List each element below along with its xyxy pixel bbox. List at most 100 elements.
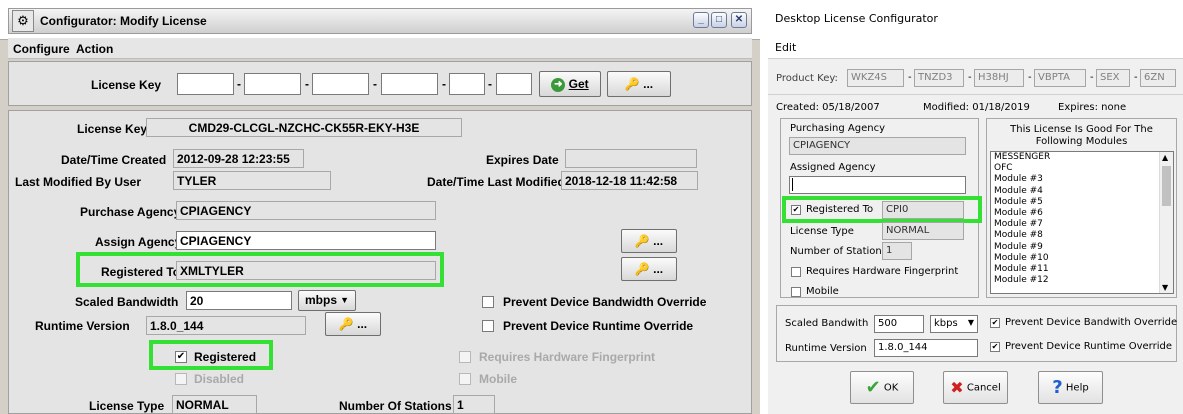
- close-icon[interactable]: ✕: [731, 12, 747, 28]
- key-dash: -: [373, 77, 377, 91]
- assigned-agency-input[interactable]: [789, 176, 966, 194]
- module-list-item[interactable]: OFC: [991, 163, 1173, 174]
- maximize-icon[interactable]: □: [711, 12, 727, 28]
- module-list-item[interactable]: Module #11: [991, 264, 1173, 275]
- product-key-segment-3: H38HJ: [974, 69, 1024, 87]
- module-list-item[interactable]: Module #12: [991, 275, 1173, 286]
- prevent-bandwidth-checkbox[interactable]: [482, 296, 494, 308]
- purchasing-agency-value: CPIAGENCY: [789, 137, 966, 155]
- prevent-runtime-label: Prevent Device Runtime Override: [503, 319, 694, 333]
- key-dash: -: [1090, 72, 1094, 83]
- key-segment-4[interactable]: [381, 73, 438, 95]
- module-list-item[interactable]: Module #7: [991, 219, 1173, 230]
- ok-label: OK: [883, 382, 899, 394]
- key-segment-6[interactable]: [496, 73, 532, 95]
- purchasing-agency-label: Purchasing Agency: [790, 123, 885, 134]
- assign-agency-browse-button[interactable]: 🔑 ...: [621, 229, 677, 253]
- menu-action[interactable]: Action: [76, 42, 113, 56]
- key-segment-5[interactable]: [449, 73, 485, 95]
- license-type-label: License Type: [89, 399, 165, 413]
- license-key-entry-panel: License Key - - - - - ➜ Get 🔑 ...: [8, 61, 752, 106]
- registered-checkbox[interactable]: ✔: [791, 205, 801, 215]
- prevent-runtime-checkbox[interactable]: [482, 320, 494, 332]
- module-list-item[interactable]: Module #6: [991, 208, 1173, 219]
- checkmark-icon: ✔: [865, 377, 881, 398]
- divider: [768, 58, 1183, 59]
- key-dash: -: [305, 77, 309, 91]
- module-list-item[interactable]: Module #9: [991, 242, 1173, 253]
- key-segment-1[interactable]: [177, 73, 234, 95]
- modified-text: Modified: 01/18/2019: [923, 102, 1030, 113]
- prevent-bandwidth-label: Prevent Device Bandwidth Override: [503, 295, 707, 309]
- module-list-item[interactable]: Module #4: [991, 186, 1173, 197]
- menu-bar: Edit: [768, 36, 1183, 58]
- minimize-icon[interactable]: _: [693, 12, 709, 28]
- key-browse-button[interactable]: 🔑 ...: [607, 71, 671, 97]
- key-dash: -: [237, 77, 241, 91]
- bandwidth-input[interactable]: 500: [874, 315, 924, 333]
- module-list-item[interactable]: Module #3: [991, 174, 1173, 185]
- mobile-checkbox[interactable]: [791, 287, 801, 297]
- window-title: Configurator: Modify License: [40, 14, 207, 28]
- ok-button[interactable]: ✔ OK: [850, 371, 914, 404]
- cancel-label: Cancel: [966, 382, 1001, 394]
- scroll-up-icon[interactable]: ▲: [1162, 153, 1168, 162]
- cancel-x-icon: ✖: [950, 378, 964, 397]
- key-segment-3[interactable]: [312, 73, 369, 95]
- purchase-agency-label: Purchase Agency: [80, 205, 181, 219]
- mobile-label: Mobile: [479, 372, 517, 386]
- modules-items: MESSENGER OFC Module #3 Module #4 Module #5 M…: [991, 152, 1173, 286]
- window-title: Desktop License Configurator: [775, 12, 938, 25]
- runtime-input[interactable]: 1.8.0_144: [874, 339, 978, 357]
- runtime-label: Runtime Version: [785, 343, 867, 354]
- key-dash: -: [1134, 72, 1138, 83]
- help-button[interactable]: ? Help: [1038, 371, 1103, 404]
- bandwidth-unit-select[interactable]: kbps ▼: [930, 315, 978, 333]
- browse-label: ...: [357, 317, 368, 331]
- modules-list[interactable]: MESSENGER OFC Module #3 Module #4 Module #5 M…: [990, 151, 1174, 294]
- module-list-item[interactable]: Module #8: [991, 230, 1173, 241]
- key-dash: -: [442, 77, 446, 91]
- purchase-agency-value: CPIAGENCY: [176, 201, 436, 220]
- scroll-down-icon[interactable]: ▼: [1162, 283, 1168, 292]
- runtime-browse-button[interactable]: 🔑 ...: [325, 312, 381, 336]
- keys-icon: 🔑: [624, 77, 640, 91]
- module-list-item[interactable]: MESSENGER: [991, 152, 1173, 163]
- menu-edit[interactable]: Edit: [775, 41, 796, 54]
- modified-by-value: TYLER: [173, 171, 331, 190]
- created-text: Created: 05/18/2007: [776, 102, 880, 113]
- assign-agency-input[interactable]: CPIAGENCY: [176, 231, 436, 250]
- registered-to-browse-button[interactable]: 🔑 ...: [621, 257, 677, 281]
- keys-icon: 🔑: [634, 262, 650, 276]
- stations-value: 1: [453, 395, 495, 414]
- text-cursor: [792, 178, 793, 191]
- scroll-thumb[interactable]: [1162, 166, 1171, 206]
- prevent-runtime-label: Prevent Device Runtime Override: [1005, 341, 1172, 352]
- key-segment-2[interactable]: [244, 73, 301, 95]
- module-list-item[interactable]: Module #5: [991, 197, 1173, 208]
- menu-configure[interactable]: Configure: [13, 42, 70, 56]
- requires-hw-checkbox[interactable]: [791, 267, 801, 277]
- assign-agency-label: Assign Agency: [95, 235, 182, 249]
- registered-to-label: Registered To: [101, 265, 181, 279]
- registered-to-label: Registered To: [806, 204, 874, 215]
- bandwidth-label: Scaled Bandwidth: [75, 295, 179, 309]
- keys-icon: 🔑: [338, 317, 354, 331]
- registered-to-value: XMLTYLER: [176, 261, 436, 280]
- requires-hw-label: Requires Hardware Fingerprint: [806, 266, 959, 277]
- prevent-runtime-checkbox[interactable]: ✔: [990, 342, 1000, 352]
- registered-checkbox[interactable]: ✔: [175, 351, 187, 363]
- expires-label: Expires Date: [486, 153, 559, 167]
- license-type-value: NORMAL: [882, 222, 964, 240]
- prevent-bandwidth-checkbox[interactable]: ✔: [990, 318, 1000, 328]
- bandwidth-input[interactable]: 20: [186, 291, 292, 310]
- modules-scrollbar[interactable]: ▲ ▼: [1159, 152, 1173, 293]
- modified-by-label: Last Modified By User: [15, 175, 142, 189]
- license-type-value: NORMAL: [172, 395, 257, 414]
- module-list-item[interactable]: Module #10: [991, 253, 1173, 264]
- license-type-label: License Type: [790, 226, 854, 237]
- title-bar: ⚙ Configurator: Modify License _ □ ✕: [0, 0, 760, 40]
- bandwidth-unit-select[interactable]: mbps ▼: [298, 290, 356, 311]
- cancel-button[interactable]: ✖ Cancel: [943, 371, 1008, 404]
- get-button[interactable]: ➜ Get: [539, 71, 601, 97]
